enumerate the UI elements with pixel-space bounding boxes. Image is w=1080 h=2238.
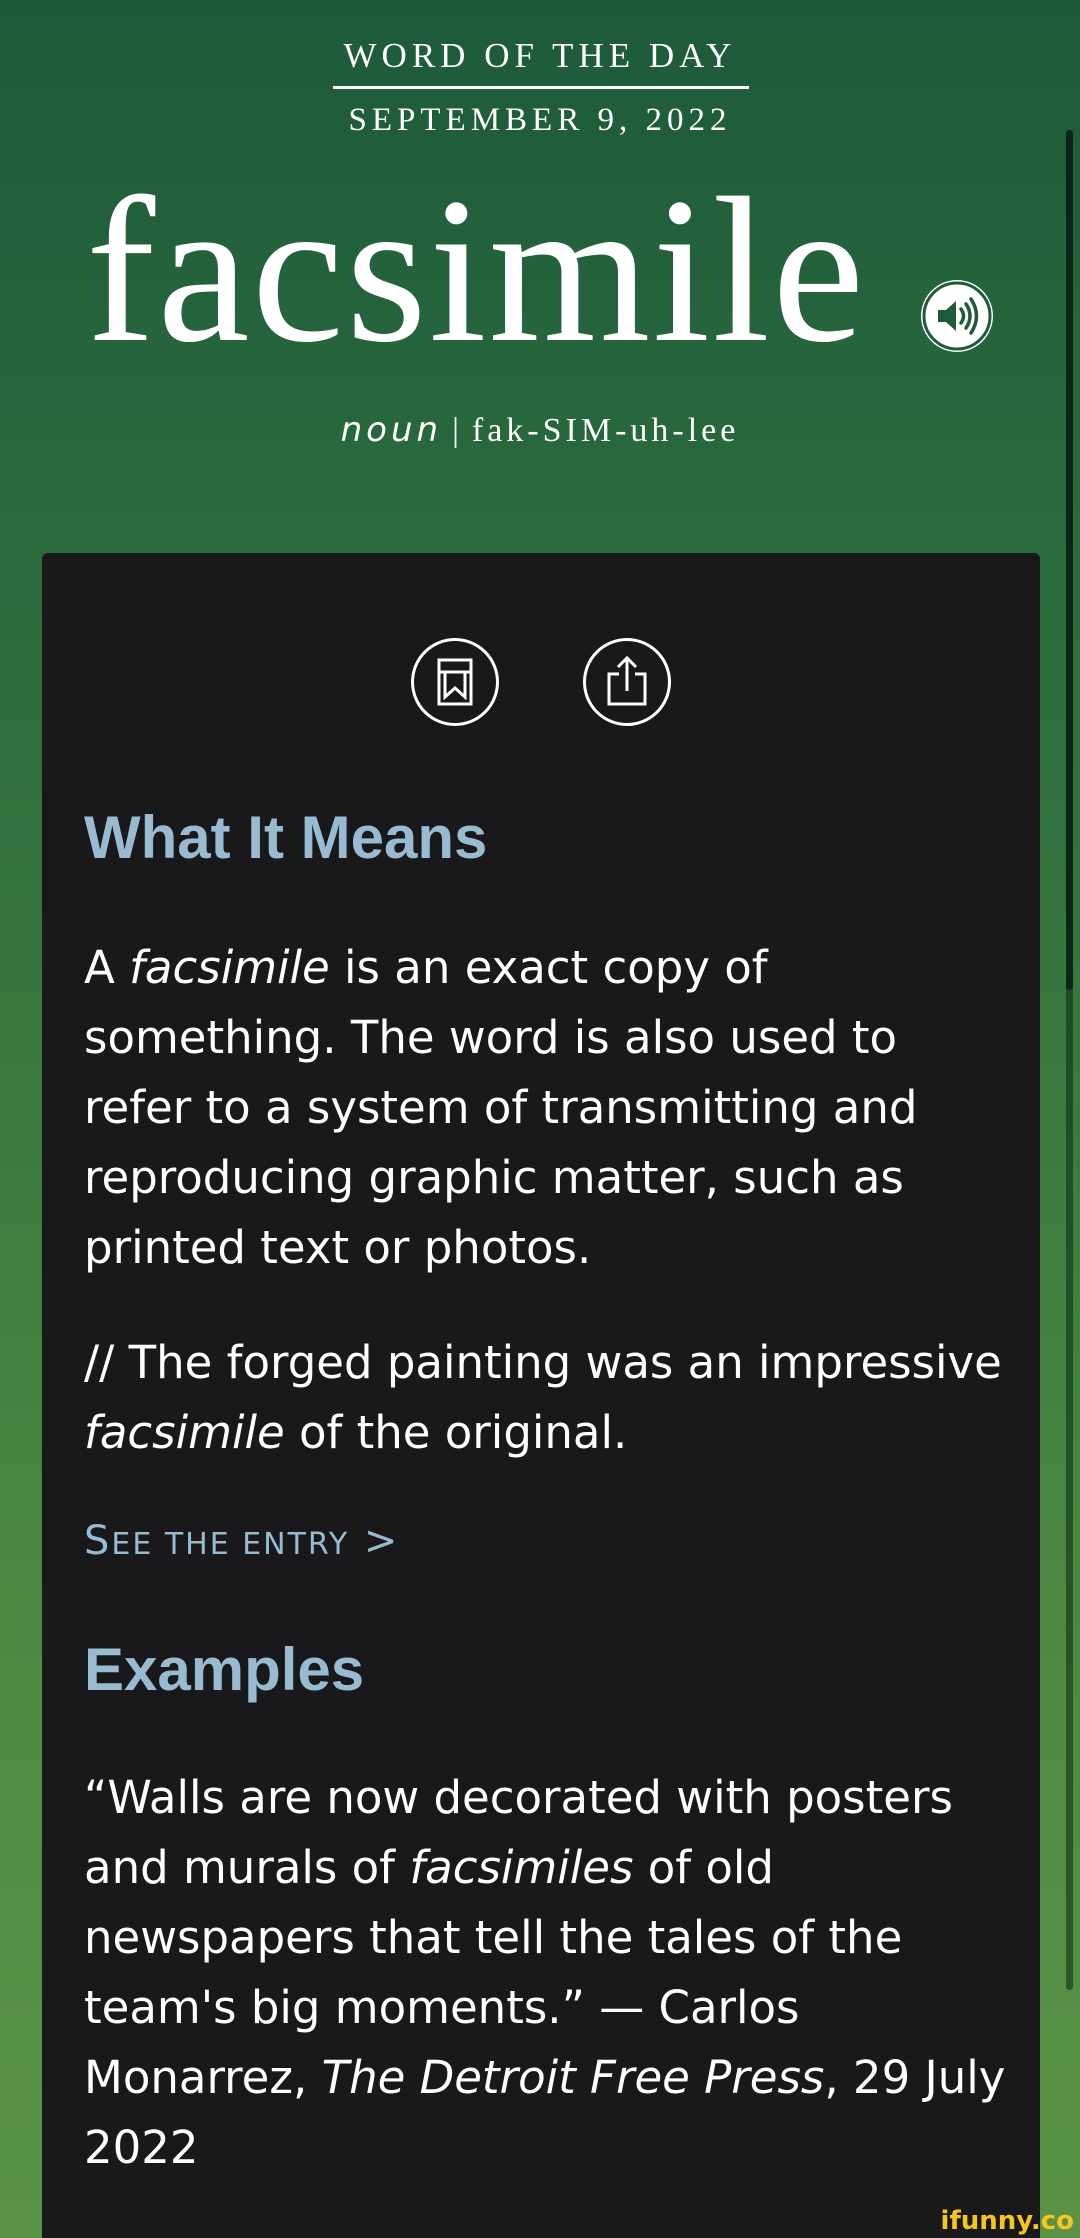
see-entry-rest: EE THE ENTRY [111, 1527, 350, 1562]
definition-word: facsimile [129, 941, 330, 994]
part-of-speech: noun [340, 410, 443, 450]
header-divider [333, 86, 749, 89]
what-it-means-heading: What It Means [84, 804, 488, 871]
see-the-entry-link[interactable]: SEE THE ENTRY > [84, 1513, 399, 1573]
examples-heading: Examples [84, 1636, 365, 1703]
definition-text: A facsimile is an exact copy of somethin… [84, 933, 1014, 1283]
definition-card: What It Means A facsimile is an exact co… [42, 553, 1040, 2238]
see-entry-initial: S [84, 1518, 112, 1564]
example-quote-text: “Walls are now decorated with posters an… [84, 1763, 1014, 2183]
quote-word: facsimiles [409, 1841, 634, 1894]
chevron-right-icon: > [363, 1518, 400, 1564]
header-label: WORD OF THE DAY [343, 36, 737, 75]
scrollbar-thumb[interactable] [1066, 130, 1073, 990]
speaker-icon[interactable] [921, 280, 993, 352]
word-row: facsimile [0, 155, 1080, 385]
date-label: SEPTEMBER 9, 2022 [348, 102, 732, 138]
usage-word: facsimile [84, 1406, 285, 1459]
scrollbar[interactable] [1066, 130, 1073, 1990]
quote-source: The Detroit Free Press [321, 2051, 825, 2104]
pronunciation-line: noun | fak-SIM-uh-lee [0, 404, 1080, 457]
bookmark-icon[interactable] [411, 638, 499, 726]
usage-part: of the original. [284, 1406, 628, 1459]
share-icon[interactable] [583, 638, 671, 726]
pronunciation-separator: | [452, 412, 462, 449]
usage-example-text: // The forged painting was an impressive… [84, 1328, 1014, 1468]
definition-part: A [84, 941, 130, 994]
pronunciation: fak-SIM-uh-lee [471, 412, 740, 449]
word-title: facsimile [86, 155, 867, 385]
usage-part: // The forged painting was an impressive [84, 1336, 1002, 1389]
ifunny-watermark: ifunny.co [940, 2206, 1074, 2236]
